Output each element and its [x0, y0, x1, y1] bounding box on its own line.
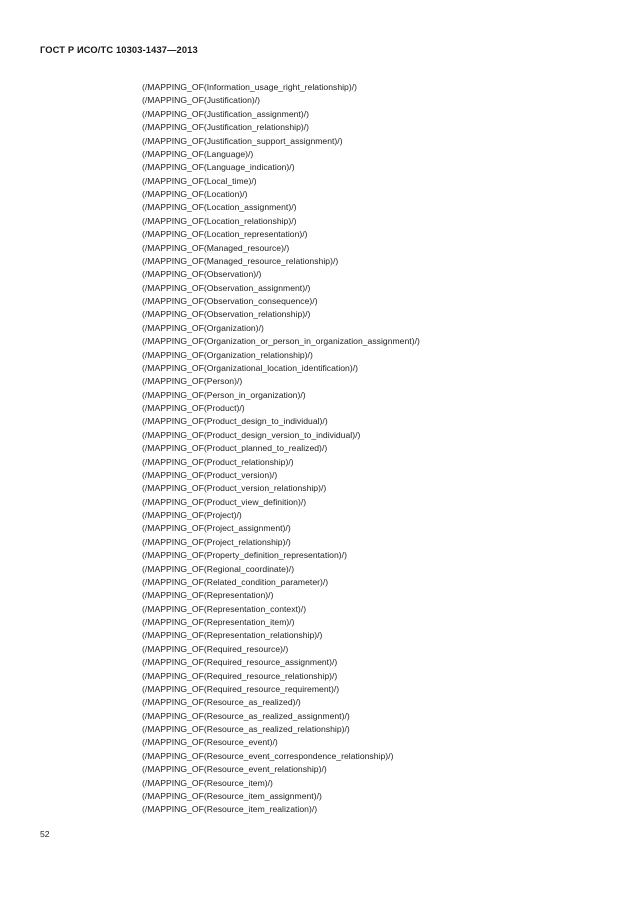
mapping-of-line: (/MAPPING_OF(Managed_resource_relationsh… — [142, 255, 339, 266]
mapping-of-line: (/MAPPING_OF(Person)/) — [142, 376, 243, 387]
mapping-of-line: (/MAPPING_OF(Product_design_to_individua… — [142, 416, 328, 427]
mapping-of-line: (/MAPPING_OF(Justification_support_assig… — [142, 135, 343, 146]
mapping-of-line: (/MAPPING_OF(Local_time)/) — [142, 175, 257, 186]
mapping-of-line: (/MAPPING_OF(Justification)/) — [142, 95, 261, 106]
mapping-of-line: (/MAPPING_OF(Observation_consequence)/) — [142, 296, 318, 306]
mapping-of-line: (/MAPPING_OF(Project_assignment)/) — [142, 523, 291, 534]
mapping-of-line: (/MAPPING_OF(Location_representation)/) — [142, 229, 308, 240]
mapping-of-line: (/MAPPING_OF(Language_indication)/) — [142, 162, 295, 173]
mapping-of-line: (/MAPPING_OF(Related_condition_parameter… — [142, 576, 329, 587]
mapping-of-line: (/MAPPING_OF(Required_resource_assignmen… — [142, 657, 338, 668]
mapping-of-line: (/MAPPING_OF(Organizational_location_ide… — [142, 362, 359, 373]
page-number: 52 — [40, 829, 50, 839]
mapping-of-line: (/MAPPING_OF(Resource_event_corresponden… — [142, 750, 394, 761]
mapping-of-line: (/MAPPING_OF(Location)/) — [142, 189, 248, 199]
mapping-of-line: (/MAPPING_OF(Representation)/) — [142, 590, 274, 601]
mapping-of-line: (/MAPPING_OF(Resource_event)/) — [142, 737, 278, 748]
mapping-of-line: (/MAPPING_OF(Justification_assignment)/) — [142, 108, 309, 119]
document-page: ГОСТ Р ИСО/ТС 10303-1437—2013 (/MAPPING_… — [0, 0, 630, 913]
mapping-of-line: (/MAPPING_OF(Product_view_definition)/) — [142, 496, 307, 507]
mapping-of-line: (/MAPPING_OF(Product_version_relationshi… — [142, 483, 327, 494]
mapping-of-line: (/MAPPING_OF(Resource_item_realization)/… — [142, 804, 318, 815]
mapping-of-list: (/MAPPING_OF(Information_usage_right_rel… — [142, 81, 562, 817]
mapping-of-line: (/MAPPING_OF(Resource_as_realized_relati… — [142, 724, 350, 734]
mapping-of-line: (/MAPPING_OF(Product_design_version_to_i… — [142, 429, 361, 440]
mapping-of-line: (/MAPPING_OF(Location_assignment)/) — [142, 202, 297, 213]
mapping-of-line: (/MAPPING_OF(Managed_resource)/) — [142, 242, 290, 253]
mapping-of-line: (/MAPPING_OF(Resource_item_assignment)/) — [142, 790, 322, 801]
mapping-of-line: (/MAPPING_OF(Representation_item)/) — [142, 617, 295, 627]
mapping-of-line: (/MAPPING_OF(Representation_relationship… — [142, 630, 323, 641]
mapping-of-line: (/MAPPING_OF(Product)/) — [142, 403, 245, 413]
mapping-of-line: (/MAPPING_OF(Product_version)/) — [142, 469, 278, 480]
mapping-of-line: (/MAPPING_OF(Representation_context)/) — [142, 603, 307, 614]
mapping-of-line: (/MAPPING_OF(Required_resource_relations… — [142, 670, 338, 681]
mapping-of-line: (/MAPPING_OF(Location_relationship)/) — [142, 215, 297, 226]
mapping-of-line: (/MAPPING_OF(Product_relationship)/) — [142, 456, 294, 467]
mapping-of-line: (/MAPPING_OF(Information_usage_right_rel… — [142, 82, 358, 92]
mapping-of-line: (/MAPPING_OF(Required_resource)/) — [142, 643, 289, 654]
mapping-of-line: (/MAPPING_OF(Regional_coordinate)/) — [142, 563, 295, 574]
running-header: ГОСТ Р ИСО/ТС 10303-1437—2013 — [40, 45, 198, 55]
mapping-of-line: (/MAPPING_OF(Resource_as_realized)/) — [142, 697, 301, 708]
mapping-of-line: (/MAPPING_OF(Resource_as_realized_assign… — [142, 710, 350, 721]
mapping-of-line: (/MAPPING_OF(Resource_event_relationship… — [142, 764, 327, 775]
mapping-of-line: (/MAPPING_OF(Organization_or_person_in_o… — [142, 336, 420, 347]
mapping-of-line: (/MAPPING_OF(Language)/) — [142, 148, 254, 159]
mapping-of-line: (/MAPPING_OF(Organization)/) — [142, 322, 264, 333]
mapping-of-line: (/MAPPING_OF(Person_in_organization)/) — [142, 389, 306, 400]
mapping-of-line: (/MAPPING_OF(Observation_relationship)/) — [142, 309, 311, 320]
mapping-of-line: (/MAPPING_OF(Product_planned_to_realized… — [142, 443, 328, 454]
mapping-of-line: (/MAPPING_OF(Project_relationship)/) — [142, 536, 291, 547]
mapping-of-line: (/MAPPING_OF(Observation_assignment)/) — [142, 282, 311, 293]
mapping-of-line: (/MAPPING_OF(Observation)/) — [142, 269, 262, 280]
mapping-of-line: (/MAPPING_OF(Resource_item)/) — [142, 777, 273, 788]
mapping-of-line: (/MAPPING_OF(Project)/) — [142, 510, 242, 520]
mapping-of-line: (/MAPPING_OF(Property_definition_represe… — [142, 550, 347, 561]
mapping-of-line: (/MAPPING_OF(Required_resource_requireme… — [142, 683, 340, 694]
mapping-of-line: (/MAPPING_OF(Organization_relationship)/… — [142, 349, 313, 360]
mapping-of-line: (/MAPPING_OF(Justification_relationship)… — [142, 122, 310, 133]
